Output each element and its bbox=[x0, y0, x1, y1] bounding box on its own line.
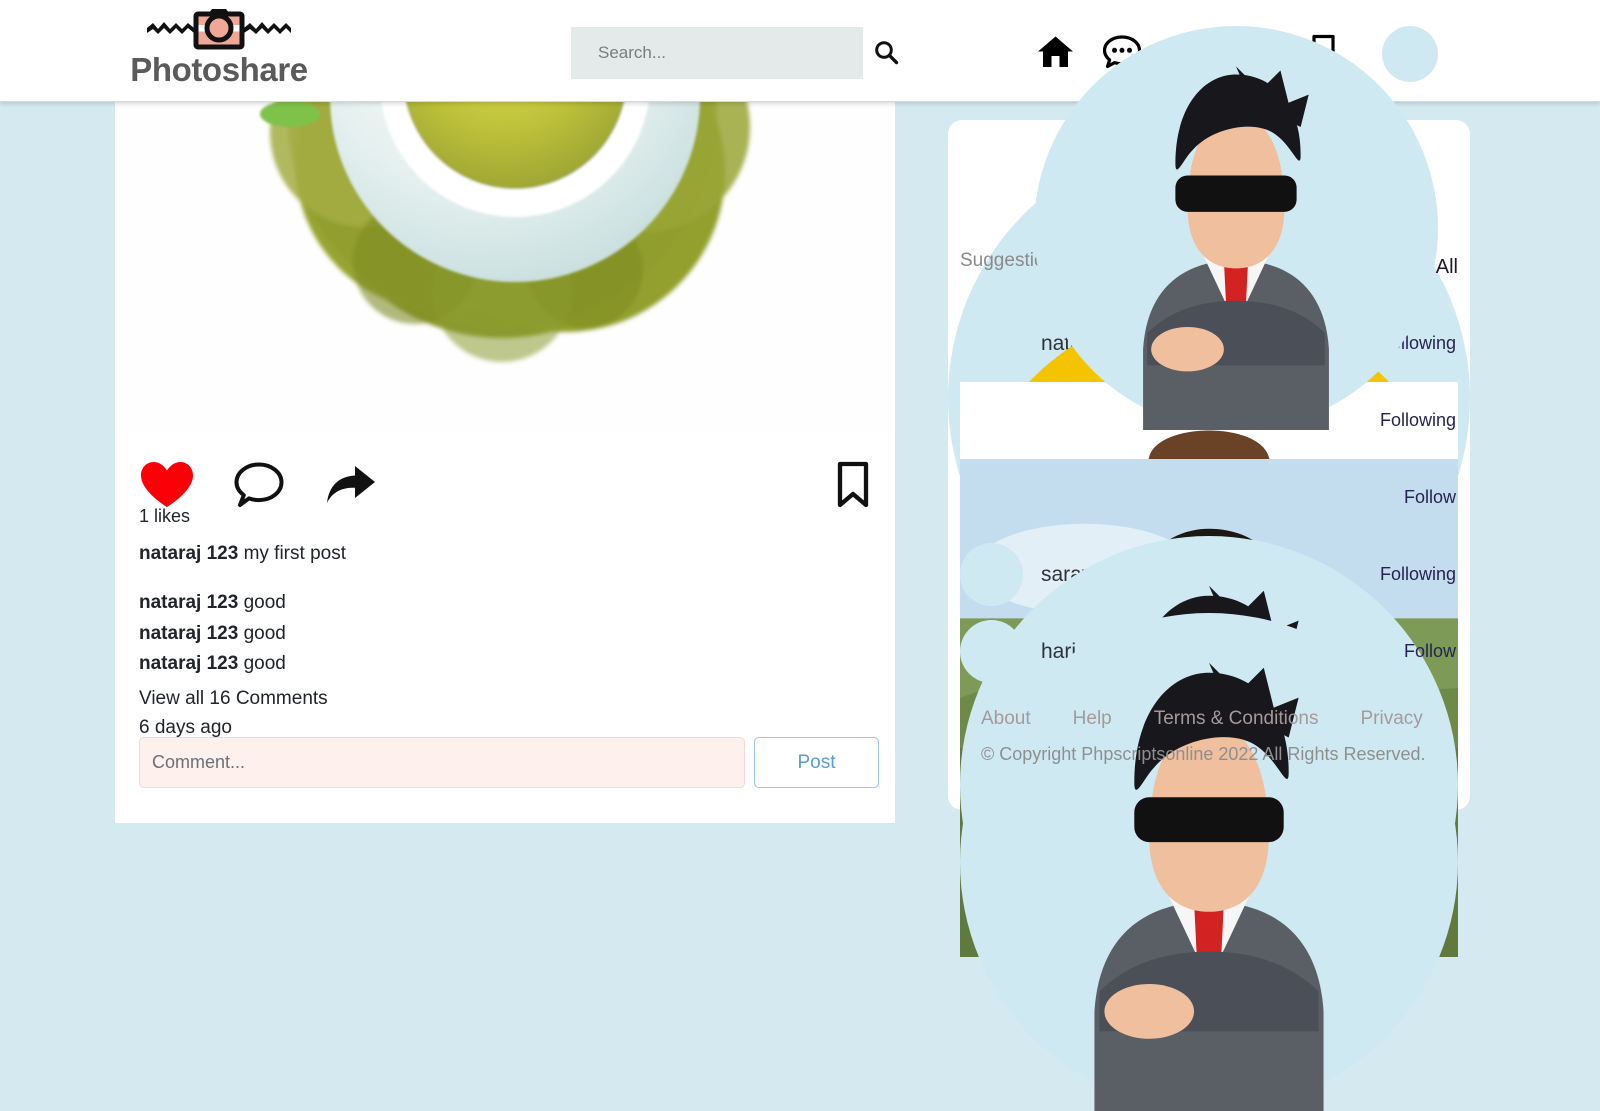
post-comment-button[interactable]: Post bbox=[754, 737, 879, 788]
comment-text: good bbox=[238, 592, 286, 613]
caption-text: my first post bbox=[238, 542, 346, 564]
comment-text: good bbox=[238, 622, 286, 644]
follow-toggle[interactable]: Follow bbox=[1404, 641, 1456, 662]
outdoor-photo-avatar bbox=[960, 459, 1458, 957]
suggestion-avatar[interactable] bbox=[960, 382, 1458, 880]
suggestion-avatar[interactable] bbox=[960, 459, 1458, 957]
footer-link-privacy[interactable]: Privacy bbox=[1360, 708, 1422, 730]
view-all-comments-link[interactable]: View all 16 Comments bbox=[139, 684, 879, 714]
comment-username[interactable]: nataraj 123 bbox=[139, 623, 238, 644]
suggestion-avatar[interactable]: NEW POST bbox=[960, 305, 1458, 803]
user-avatar bbox=[960, 613, 1458, 1111]
suggestion-avatar[interactable] bbox=[960, 536, 1458, 1034]
post-image[interactable] bbox=[115, 102, 895, 432]
footer-link-terms[interactable]: Terms & Conditions bbox=[1154, 708, 1319, 730]
search-button[interactable] bbox=[863, 27, 908, 79]
search-input[interactable] bbox=[571, 27, 863, 79]
footer-link-about[interactable]: About bbox=[981, 708, 1031, 730]
suggestion-avatar[interactable] bbox=[960, 613, 1458, 1111]
search-bar bbox=[571, 27, 908, 79]
suggestion-row: saravanan Following bbox=[960, 536, 1458, 1034]
user-avatar bbox=[960, 536, 1458, 1034]
post-details: 1 likes nataraj 123 my first post natara… bbox=[139, 502, 879, 743]
post-card: 1 likes nataraj 123 my first post natara… bbox=[115, 102, 895, 823]
comment-form: Post bbox=[139, 737, 879, 788]
likes-count: 1 likes bbox=[139, 506, 191, 526]
brand-logo[interactable]: Photoshare bbox=[114, 6, 324, 98]
camera-icon bbox=[144, 6, 294, 52]
caption-username[interactable]: nataraj 123 bbox=[139, 543, 238, 564]
new-post-badge-icon: NEW POST bbox=[960, 305, 1458, 803]
follow-toggle[interactable]: Follow bbox=[1404, 487, 1456, 508]
follow-toggle[interactable]: Following bbox=[1380, 564, 1456, 585]
sidebar-footer: About Help Terms & Conditions Privacy © … bbox=[981, 708, 1451, 765]
bearded-man-avatar bbox=[960, 382, 1458, 880]
comment-item: nataraj 123 good bbox=[139, 619, 879, 649]
comment-text: good bbox=[238, 653, 286, 674]
app-header: Photoshare bbox=[0, 0, 1600, 430]
header-nav bbox=[1034, 26, 1438, 430]
comment-username[interactable]: nataraj 123 bbox=[139, 592, 238, 613]
header-avatar[interactable] bbox=[1034, 26, 1438, 430]
search-icon bbox=[873, 39, 899, 68]
suggestion-row: Sathick Batcha Follow bbox=[960, 459, 1458, 957]
comment-item: nataraj 123 good bbox=[139, 649, 879, 679]
footer-links: About Help Terms & Conditions Privacy bbox=[981, 708, 1451, 730]
suggestion-row: hari Follow bbox=[960, 613, 1458, 1111]
user-avatar bbox=[1034, 26, 1438, 430]
footer-link-help[interactable]: Help bbox=[1073, 708, 1112, 730]
brand-name: Photoshare bbox=[130, 51, 308, 88]
post-caption: nataraj 123 my first post bbox=[139, 539, 879, 569]
comment-username[interactable]: nataraj 123 bbox=[139, 653, 238, 674]
copyright-text: © Copyright Phpscriptsonline 2022 All Ri… bbox=[981, 744, 1426, 764]
comment-input[interactable] bbox=[139, 737, 745, 788]
comment-item: nataraj 123 good bbox=[139, 588, 879, 618]
